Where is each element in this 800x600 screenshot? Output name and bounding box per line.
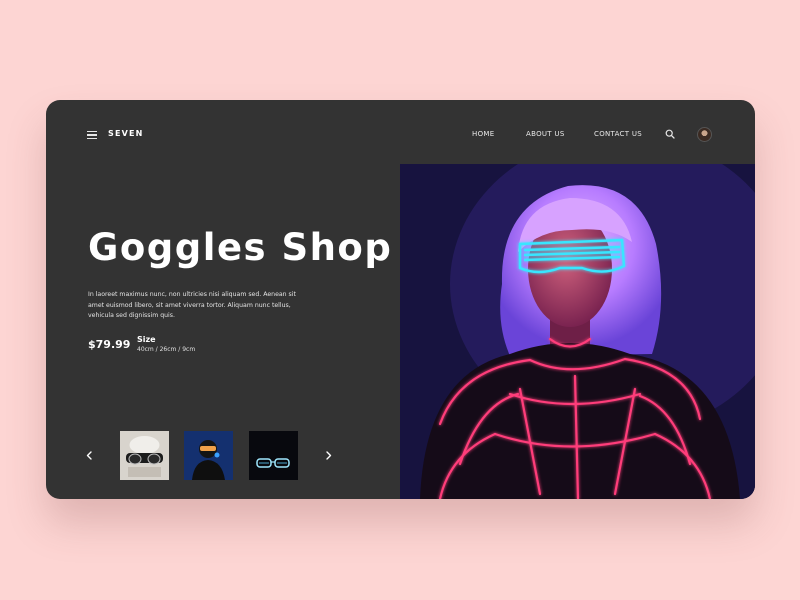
thumbnail-person-goggles[interactable] — [184, 431, 233, 480]
size-value: 40cm / 26cm / 9cm — [137, 346, 196, 353]
chevron-right-icon[interactable] — [324, 450, 333, 461]
size-label: Size — [137, 335, 156, 344]
thumbnail-white-goggles[interactable] — [120, 431, 169, 480]
white-goggles-image — [120, 431, 169, 480]
person-goggles-image — [184, 431, 233, 480]
neon-goggles-image — [249, 431, 298, 480]
user-avatar[interactable] — [697, 127, 712, 142]
product-description: In laoreet maximus nunc, non ultricies n… — [88, 291, 296, 320]
nav-home[interactable]: HOME — [472, 130, 494, 138]
nav-contact-us[interactable]: CONTACT US — [594, 130, 642, 138]
hero-card: SEVEN HOME ABOUT US CONTACT US Goggles S… — [46, 100, 755, 499]
neon-model-image — [400, 164, 755, 499]
search-icon[interactable] — [665, 129, 675, 139]
main-nav: HOME ABOUT US CONTACT US — [46, 130, 755, 140]
thumbnail-neon-goggles[interactable] — [249, 431, 298, 480]
chevron-left-icon[interactable] — [85, 450, 94, 461]
product-price: $79.99 — [88, 338, 131, 351]
page-title: Goggles Shop — [88, 226, 393, 269]
nav-about-us[interactable]: ABOUT US — [526, 130, 565, 138]
hero-photo — [400, 164, 755, 499]
